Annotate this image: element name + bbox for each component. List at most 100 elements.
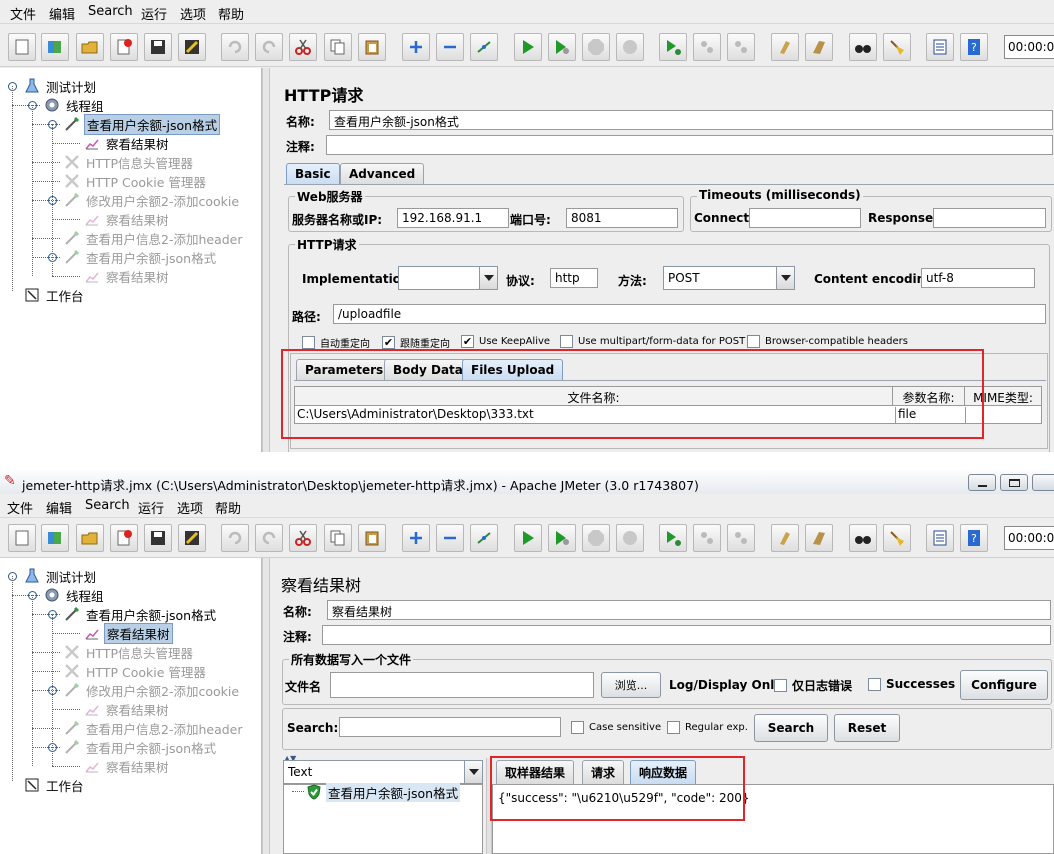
save-button[interactable] (144, 524, 172, 552)
name-field[interactable]: 察看结果树 (327, 600, 1051, 620)
close-file-button[interactable] (110, 524, 138, 552)
start-no-pause-button[interactable] (548, 33, 576, 61)
broom-button[interactable] (883, 524, 911, 552)
browser-headers-checkbox[interactable]: Browser-compatible headers (747, 335, 908, 348)
help-button[interactable]: ? (960, 33, 988, 61)
search-button[interactable]: Search (754, 714, 828, 742)
menu-edit[interactable]: 编辑 (49, 4, 75, 23)
templates-button[interactable] (41, 524, 69, 552)
server-field[interactable]: 192.168.91.1 (397, 208, 509, 228)
start-button[interactable] (514, 524, 542, 552)
cut-button[interactable] (289, 33, 317, 61)
shutdown-button[interactable] (616, 33, 644, 61)
response-field[interactable] (933, 208, 1046, 228)
redo-button[interactable] (255, 524, 283, 552)
render-select[interactable]: Text (283, 760, 483, 784)
help-button[interactable]: ? (960, 524, 988, 552)
menu-file[interactable]: 文件 (10, 4, 36, 23)
templates-button[interactable] (41, 33, 69, 61)
clear-button[interactable] (771, 524, 799, 552)
comment-field[interactable] (326, 135, 1053, 155)
close-file-button[interactable] (110, 33, 138, 61)
filename-field[interactable] (330, 672, 594, 698)
protocol-field[interactable]: http (550, 268, 598, 288)
new-button[interactable] (8, 524, 36, 552)
save-as-button[interactable] (178, 524, 206, 552)
broom-button[interactable] (883, 33, 911, 61)
menu-run[interactable]: 运行 (138, 498, 164, 517)
collapse-button[interactable] (436, 33, 464, 61)
regex-checkbox[interactable]: Regular exp. (667, 721, 748, 734)
menu-help[interactable]: 帮助 (215, 498, 241, 517)
undo-button[interactable] (221, 33, 249, 61)
paste-button[interactable] (358, 524, 386, 552)
toggle-button[interactable] (470, 33, 498, 61)
menu-options[interactable]: 选项 (180, 4, 206, 23)
case-sensitive-checkbox[interactable]: Case sensitive (571, 721, 661, 734)
close-button[interactable] (1032, 474, 1054, 491)
follow-redirect-checkbox[interactable]: ✔ 跟随重定向 (382, 335, 450, 350)
keepalive-checkbox[interactable]: ✔ Use KeepAlive (461, 335, 550, 348)
shutdown-button[interactable] (616, 524, 644, 552)
search-field[interactable] (339, 717, 561, 737)
tree-node[interactable]: 线程组 (44, 96, 106, 114)
tree-node[interactable]: HTTP信息头管理器 (64, 643, 195, 661)
tree-node[interactable]: 查看用户余额-json格式 (64, 113, 221, 135)
redo-button[interactable] (255, 33, 283, 61)
remote-stop-button[interactable] (693, 33, 721, 61)
tree-node[interactable]: 测试计划 (24, 77, 98, 95)
expand-button[interactable] (402, 524, 430, 552)
splitter[interactable] (262, 558, 270, 854)
sample-item[interactable]: 查看用户余额-json格式 (306, 782, 461, 802)
test-plan-tree[interactable]: 测试计划 线程组 查看用户余额-json格式 察看结果树 HTTP信息头管理器 HTTP … (0, 68, 262, 452)
start-button[interactable] (514, 33, 542, 61)
tree-node[interactable]: 察看结果树 (84, 622, 173, 644)
menu-search[interactable]: Search (88, 4, 133, 19)
tree-node[interactable]: 查看用户余额-json格式 (64, 605, 218, 623)
copy-button[interactable] (324, 33, 352, 61)
clear-all-button[interactable] (805, 33, 833, 61)
tree-node[interactable]: 察看结果树 (84, 134, 171, 152)
open-button[interactable] (76, 524, 104, 552)
save-button[interactable] (144, 33, 172, 61)
tree-node[interactable]: HTTP Cookie 管理器 (64, 662, 208, 680)
function-helper-button[interactable] (926, 524, 954, 552)
menu-search[interactable]: Search (85, 498, 130, 513)
binoculars-button[interactable] (849, 33, 877, 61)
comment-field[interactable] (322, 625, 1051, 645)
copy-button[interactable] (324, 524, 352, 552)
menu-run[interactable]: 运行 (141, 4, 167, 23)
minimize-button[interactable] (968, 474, 996, 491)
tree-node[interactable]: 工作台 (24, 776, 86, 794)
method-select[interactable]: POST (663, 266, 795, 290)
encoding-field[interactable]: utf-8 (921, 268, 1035, 288)
errors-only-checkbox[interactable]: 仅日志错误 (774, 677, 852, 694)
paste-button[interactable] (358, 33, 386, 61)
clear-button[interactable] (771, 33, 799, 61)
tree-node[interactable]: 察看结果树 (84, 267, 171, 285)
multipart-checkbox[interactable]: Use multipart/form-data for POST (560, 335, 745, 348)
open-button[interactable] (76, 33, 104, 61)
remote-start-button[interactable] (659, 33, 687, 61)
browse-button[interactable]: 浏览... (601, 672, 661, 698)
tree-node[interactable]: HTTP信息头管理器 (64, 153, 195, 171)
remote-shutdown-button[interactable] (727, 33, 755, 61)
port-field[interactable]: 8081 (566, 208, 678, 228)
successes-checkbox[interactable]: Successes (868, 677, 955, 691)
binoculars-button[interactable] (849, 524, 877, 552)
implementation-select[interactable] (398, 266, 498, 290)
stop-button[interactable] (582, 33, 610, 61)
toggle-button[interactable] (470, 524, 498, 552)
configure-button[interactable]: Configure (960, 670, 1048, 700)
tree-node[interactable]: 查看用户信息2-添加header (64, 719, 245, 737)
splitter[interactable] (262, 68, 270, 452)
remote-start-button[interactable] (659, 524, 687, 552)
test-plan-tree[interactable]: 测试计划 线程组 查看用户余额-json格式 察看结果树 HTTP信息头管理器 HTTP … (0, 558, 262, 854)
undo-button[interactable] (221, 524, 249, 552)
menu-edit[interactable]: 编辑 (46, 498, 72, 517)
tree-node[interactable]: 修改用户余额2-添加cookie (64, 681, 241, 699)
function-helper-button[interactable] (926, 33, 954, 61)
auto-redirect-checkbox[interactable]: 自动重定向 (302, 335, 370, 350)
reset-button[interactable]: Reset (834, 714, 900, 742)
path-field[interactable]: /uploadfile (333, 304, 1046, 324)
